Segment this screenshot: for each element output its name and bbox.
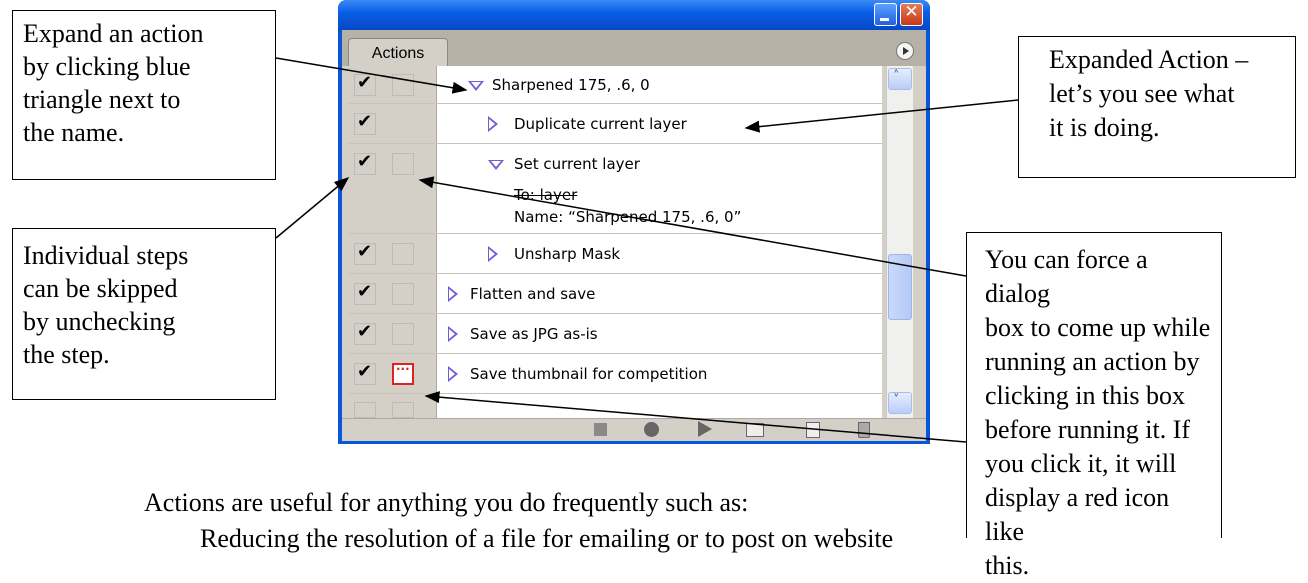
callout-line: this. — [985, 551, 1030, 580]
annotation-arrows — [275, 57, 1019, 443]
arrow-expand — [275, 57, 468, 94]
arrow-skip — [275, 177, 350, 239]
arrow-dialog-box — [418, 176, 967, 277]
arrow-red-icon — [424, 391, 967, 443]
arrow-expanded — [744, 99, 1019, 133]
